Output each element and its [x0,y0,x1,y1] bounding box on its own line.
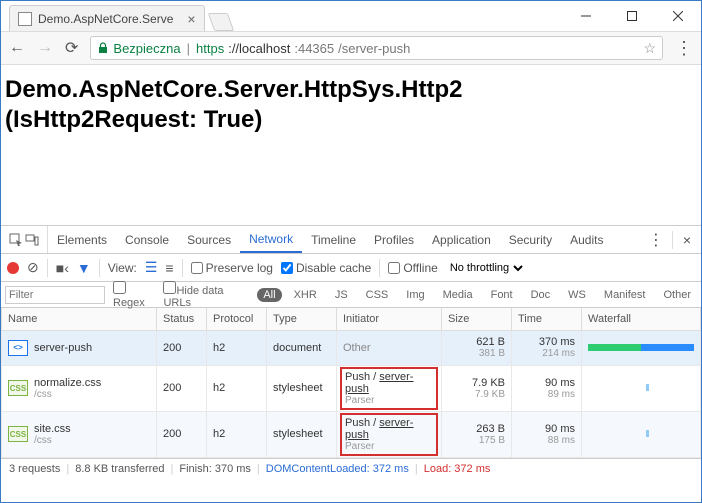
devtools-more-icon[interactable]: ⋮ [640,230,672,250]
devtab-application[interactable]: Application [423,226,500,253]
throttle-select[interactable]: No throttling [446,261,526,275]
devtools-tabs: ElementsConsoleSourcesNetworkTimelinePro… [1,226,701,254]
col-protocol[interactable]: Protocol [207,308,267,330]
filter-type-media[interactable]: Media [437,288,479,302]
record-button[interactable] [7,262,19,274]
filter-type-ws[interactable]: WS [562,288,592,302]
url-port: :44365 [294,41,334,56]
view-large-icon[interactable]: ☰ [145,259,158,276]
devtools-panel: ElementsConsoleSourcesNetworkTimelinePro… [1,225,701,480]
devtools-close-icon[interactable]: × [673,232,701,248]
filter-type-js[interactable]: JS [329,288,354,302]
col-time[interactable]: Time [512,308,582,330]
file-doc-icon: <> [8,340,28,356]
secure-label: Bezpieczna [113,41,180,56]
url-scheme: https [196,41,224,56]
table-row[interactable]: CSSsite.css/css200h2stylesheetPush / ser… [2,411,701,457]
devtab-profiles[interactable]: Profiles [365,226,423,253]
back-button[interactable]: ← [9,39,25,57]
url-input[interactable]: Bezpieczna | https ://localhost :44365/ser… [90,36,663,60]
dock-controls [1,226,48,253]
minimize-button[interactable] [563,1,609,31]
offline-checkbox[interactable]: Offline [388,261,437,275]
devtab-elements[interactable]: Elements [48,226,116,253]
filter-icon[interactable]: ▼ [77,260,91,276]
devtab-console[interactable]: Console [116,226,178,253]
hide-data-checkbox[interactable]: Hide data URLs [163,281,249,309]
status-finish: Finish: 370 ms [179,463,251,475]
devtab-network[interactable]: Network [240,226,302,253]
col-waterfall[interactable]: Waterfall [582,308,701,330]
capture-icon[interactable]: ■‹ [56,260,69,276]
col-initiator[interactable]: Initiator [337,308,442,330]
bookmark-icon[interactable]: ☆ [643,40,656,57]
tab-close-icon[interactable]: × [187,11,195,27]
filter-type-xhr[interactable]: XHR [288,288,323,302]
devtab-audits[interactable]: Audits [561,226,612,253]
tab-title: Demo.AspNetCore.Serve [38,12,173,26]
clear-button[interactable]: ⊘ [27,259,39,276]
status-dcl: DOMContentLoaded: 372 ms [266,463,409,475]
file-css-icon: CSS [8,426,28,442]
view-small-icon[interactable]: ≡ [165,260,173,276]
regex-checkbox[interactable]: Regex [113,281,155,309]
filter-type-all[interactable]: All [257,288,281,302]
status-transferred: 8.8 KB transferred [75,463,164,475]
filter-type-doc[interactable]: Doc [525,288,557,302]
url-separator: | [187,41,190,56]
filter-input[interactable] [5,286,105,304]
devtab-sources[interactable]: Sources [178,226,240,253]
filter-bar: Regex Hide data URLs All XHR JS CSS Img Media… [1,282,701,308]
network-toolbar: ⊘ ■‹ ▼ View: ☰ ≡ Preserve log Disable ca… [1,254,701,282]
browser-menu-icon[interactable]: ⋮ [675,38,693,59]
col-status[interactable]: Status [157,308,207,330]
file-css-icon: CSS [8,380,28,396]
col-name[interactable]: Name [2,308,157,330]
table-row[interactable]: <>server-push200h2documentOther621 B381 … [2,330,701,365]
disable-cache-checkbox[interactable]: Disable cache [281,261,371,275]
new-tab-button[interactable] [207,13,234,31]
filter-type-img[interactable]: Img [400,288,430,302]
network-table: NameStatusProtocolTypeInitiatorSizeTimeW… [1,308,701,458]
col-size[interactable]: Size [442,308,512,330]
col-type[interactable]: Type [267,308,337,330]
page-content: Demo.AspNetCore.Server.HttpSys.Http2 (Is… [1,65,701,225]
page-heading: Demo.AspNetCore.Server.HttpSys.Http2 (Is… [5,75,697,135]
table-row[interactable]: CSSnormalize.css/css200h2stylesheetPush … [2,365,701,411]
url-path: /server-push [338,41,410,56]
inspect-icon[interactable] [9,233,23,247]
forward-button[interactable]: → [37,39,53,57]
devtab-timeline[interactable]: Timeline [302,226,365,253]
address-bar: ← → ⟳ Bezpieczna | https ://localhost :443… [1,31,701,65]
browser-tab[interactable]: Demo.AspNetCore.Serve × [9,5,205,31]
filter-type-css[interactable]: CSS [360,288,395,302]
filter-type-font[interactable]: Font [485,288,519,302]
network-statusbar: 3 requests| 8.8 KB transferred| Finish: … [1,458,701,480]
status-requests: 3 requests [9,463,60,475]
devtab-security[interactable]: Security [500,226,561,253]
status-load: Load: 372 ms [424,463,491,475]
maximize-button[interactable] [609,1,655,31]
device-icon[interactable] [25,233,39,247]
filter-type-other[interactable]: Other [657,288,697,302]
preserve-log-checkbox[interactable]: Preserve log [191,261,273,275]
view-label: View: [108,261,137,275]
page-favicon-icon [18,12,32,26]
filter-type-manifest[interactable]: Manifest [598,288,652,302]
url-host: ://localhost [228,41,290,56]
reload-button[interactable]: ⟳ [65,38,78,58]
close-button[interactable] [655,1,701,31]
lock-icon [97,42,109,54]
